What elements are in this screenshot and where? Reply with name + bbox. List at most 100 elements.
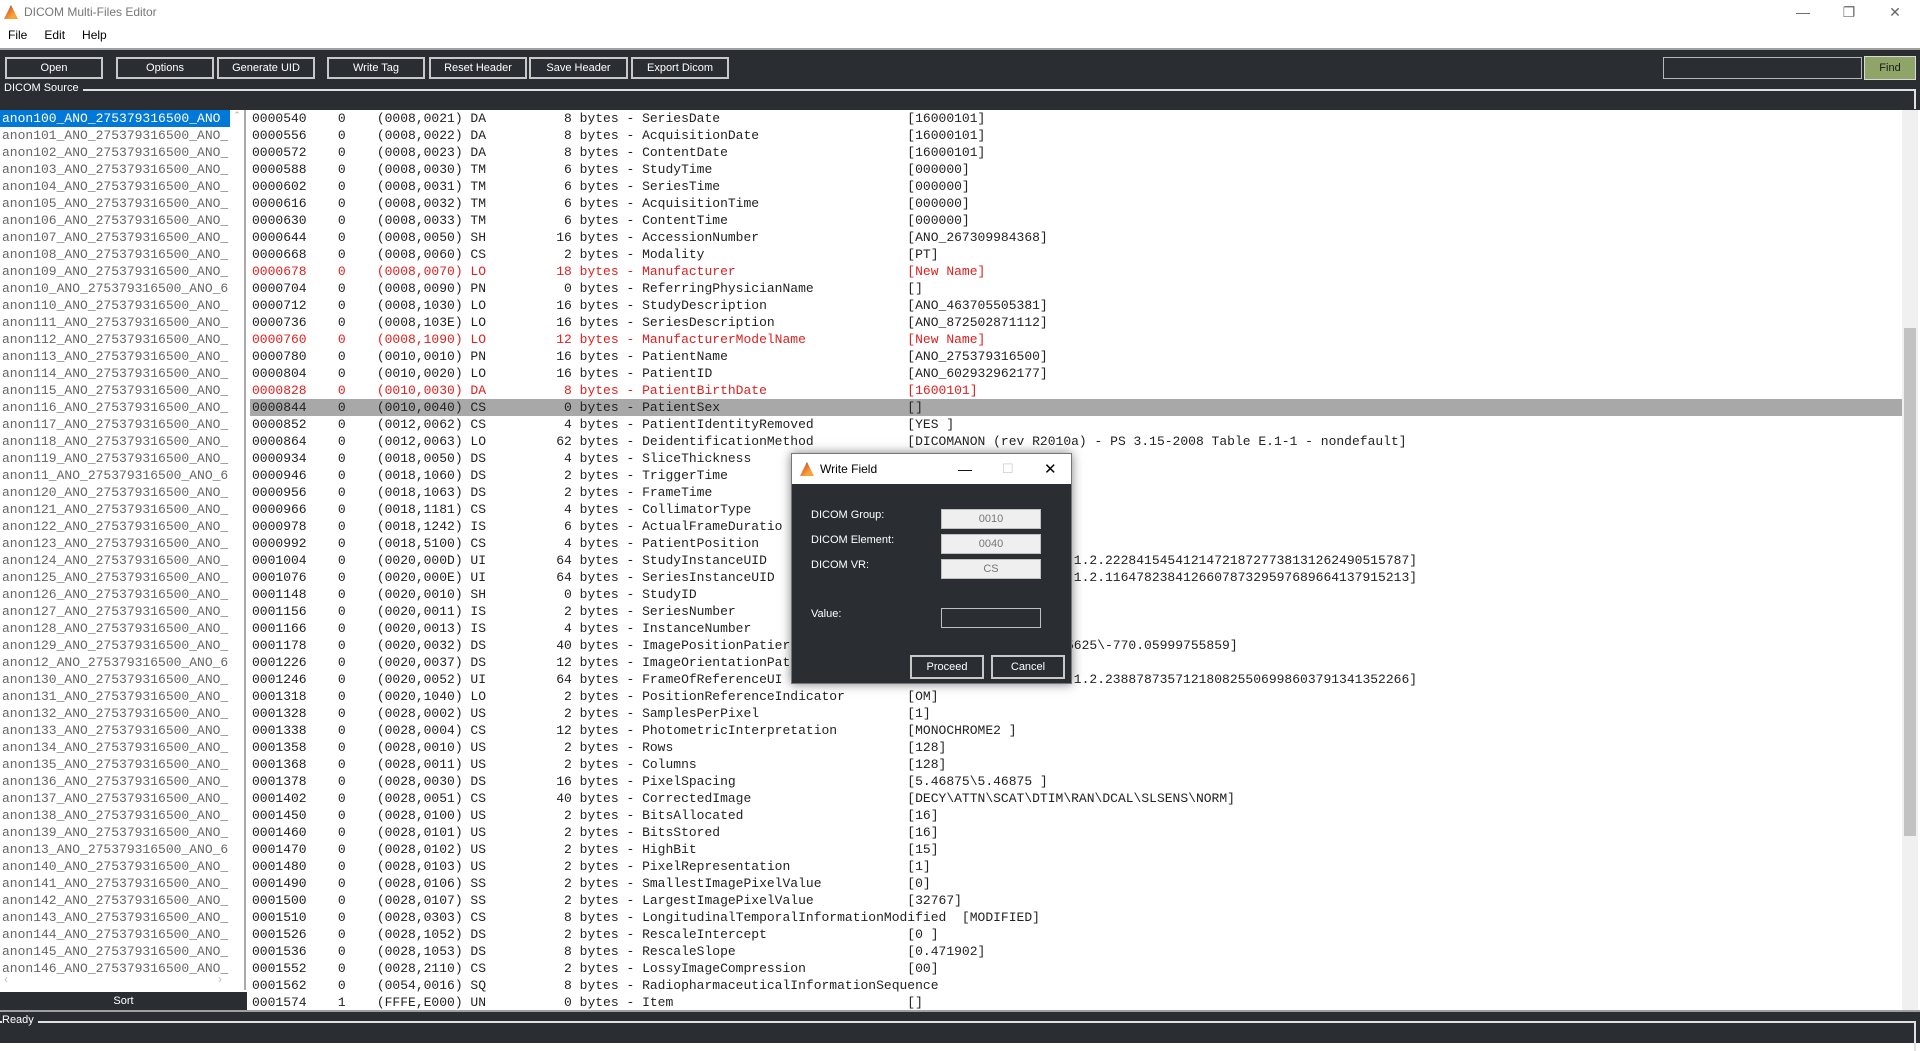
file-list-item[interactable]: anon138_ANO_275379316500_ANO_ [0,807,230,824]
file-list-vertical-scrollbar[interactable]: ⌃ [230,110,244,970]
dicom-tag-table[interactable]: 0000540 0 (0008,0021) DA 8 bytes - Serie… [250,110,1902,1010]
table-row[interactable]: 0000572 0 (0008,0023) DA 8 bytes - Conte… [250,144,1902,161]
restore-icon[interactable]: ❐ [1826,0,1872,24]
file-list-item[interactable]: anon139_ANO_275379316500_ANO_ [0,824,230,841]
file-list-item[interactable]: anon132_ANO_275379316500_ANO_ [0,705,230,722]
table-row[interactable]: 0001358 0 (0028,0010) US 2 bytes - Rows … [250,739,1902,756]
open-button[interactable]: Open [5,57,103,79]
scroll-up-icon[interactable]: ⌃ [233,110,241,120]
file-list-item[interactable]: anon121_ANO_275379316500_ANO_ [0,501,230,518]
dicom-vr-field[interactable]: CS [941,559,1041,579]
table-row[interactable]: 0001246 0 (0020,0052) UI 64 bytes - Fram… [250,671,1902,688]
table-row[interactable]: 0000864 0 (0012,0063) LO 62 bytes - Deid… [250,433,1902,450]
file-list-item[interactable]: anon124_ANO_275379316500_ANO_ [0,552,230,569]
dialog-minimize-icon[interactable]: — [958,461,972,477]
file-list-item[interactable]: anon101_ANO_275379316500_ANO_ [0,127,230,144]
minimize-icon[interactable]: — [1780,0,1826,24]
file-list-item[interactable]: anon104_ANO_275379316500_ANO_ [0,178,230,195]
table-row[interactable]: 0000704 0 (0008,0090) PN 0 bytes - Refer… [250,280,1902,297]
scroll-right-icon[interactable]: › [218,972,222,986]
file-list-item[interactable]: anon142_ANO_275379316500_ANO_ [0,892,230,909]
file-list-item[interactable]: anon131_ANO_275379316500_ANO_ [0,688,230,705]
table-vertical-scrollbar[interactable] [1902,110,1918,1010]
file-list-item[interactable]: anon115_ANO_275379316500_ANO_ [0,382,230,399]
file-list[interactable]: anon100_ANO_275379316500_ANO anon101_ANO_… [0,110,246,990]
options-button[interactable]: Options [116,57,214,79]
file-list-item[interactable]: anon105_ANO_275379316500_ANO_ [0,195,230,212]
file-list-item[interactable]: anon13_ANO_275379316500_ANO_6 [0,841,230,858]
file-list-item[interactable]: anon128_ANO_275379316500_ANO_ [0,620,230,637]
table-row[interactable]: 0001368 0 (0028,0011) US 2 bytes - Colum… [250,756,1902,773]
file-list-item[interactable]: anon127_ANO_275379316500_ANO_ [0,603,230,620]
table-row[interactable]: 0001562 0 (0054,0016) SQ 8 bytes - Radio… [250,977,1902,994]
file-list-item[interactable]: anon125_ANO_275379316500_ANO_ [0,569,230,586]
scroll-left-icon[interactable]: ‹ [4,972,8,986]
write-tag-button[interactable]: Write Tag [327,57,425,79]
table-row[interactable]: 0001402 0 (0028,0051) CS 40 bytes - Corr… [250,790,1902,807]
file-list-item[interactable]: anon137_ANO_275379316500_ANO_ [0,790,230,807]
table-row[interactable]: 0001450 0 (0028,0100) US 2 bytes - BitsA… [250,807,1902,824]
file-list-item[interactable]: anon100_ANO_275379316500_ANO [0,110,230,127]
generate-uid-button[interactable]: Generate UID [217,57,315,79]
file-list-item[interactable]: anon134_ANO_275379316500_ANO_ [0,739,230,756]
file-list-horizontal-scrollbar[interactable]: ‹ › [0,972,230,988]
file-list-item[interactable]: anon109_ANO_275379316500_ANO_ [0,263,230,280]
file-list-item[interactable]: anon113_ANO_275379316500_ANO_ [0,348,230,365]
export-dicom-button[interactable]: Export Dicom [631,57,729,79]
table-row[interactable]: 0000804 0 (0010,0020) LO 16 bytes - Pati… [250,365,1902,382]
file-list-item[interactable]: anon111_ANO_275379316500_ANO_ [0,314,230,331]
dialog-close-icon[interactable]: ✕ [1044,460,1057,478]
table-row[interactable]: 0000852 0 (0012,0062) CS 4 bytes - Patie… [250,416,1902,433]
table-row[interactable]: 0000978 0 (0018,1242) IS 6 bytes - Actua… [250,518,1902,535]
file-list-item[interactable]: anon11_ANO_275379316500_ANO_6 [0,467,230,484]
file-list-item[interactable]: anon114_ANO_275379316500_ANO_ [0,365,230,382]
table-row[interactable]: 0001148 0 (0020,0010) SH 0 bytes - Study… [250,586,1902,603]
table-row[interactable]: 0001490 0 (0028,0106) SS 2 bytes - Small… [250,875,1902,892]
table-row[interactable]: 0000556 0 (0008,0022) DA 8 bytes - Acqui… [250,127,1902,144]
table-row[interactable]: 0000602 0 (0008,0031) TM 6 bytes - Serie… [250,178,1902,195]
file-list-item[interactable]: anon10_ANO_275379316500_ANO_6 [0,280,230,297]
table-row[interactable]: 0000934 0 (0018,0050) DS 4 bytes - Slice… [250,450,1902,467]
table-row[interactable]: 0001480 0 (0028,0103) US 2 bytes - Pixel… [250,858,1902,875]
file-list-item[interactable]: anon129_ANO_275379316500_ANO_ [0,637,230,654]
dicom-group-field[interactable]: 0010 [941,509,1041,529]
scrollbar-thumb[interactable] [1904,328,1916,836]
table-row[interactable]: 0001318 0 (0020,1040) LO 2 bytes - Posit… [250,688,1902,705]
file-list-item[interactable]: anon120_ANO_275379316500_ANO_ [0,484,230,501]
table-row[interactable]: 0001574 1 (FFFE,E000) UN 0 bytes - Item … [250,994,1902,1010]
table-row[interactable]: 0001526 0 (0028,1052) DS 2 bytes - Resca… [250,926,1902,943]
file-list-item[interactable]: anon140_ANO_275379316500_ANO_ [0,858,230,875]
table-row[interactable]: 0000956 0 (0018,1063) DS 2 bytes - Frame… [250,484,1902,501]
search-input[interactable] [1663,57,1862,79]
file-list-item[interactable]: anon118_ANO_275379316500_ANO_ [0,433,230,450]
table-row[interactable]: 0001178 0 (0020,0032) DS 40 bytes - Imag… [250,637,1902,654]
file-list-item[interactable]: anon102_ANO_275379316500_ANO_ [0,144,230,161]
cancel-button[interactable]: Cancel [991,655,1065,679]
table-row[interactable]: 0001552 0 (0028,2110) CS 2 bytes - Lossy… [250,960,1902,977]
save-header-button[interactable]: Save Header [529,57,628,79]
table-row[interactable]: 0000844 0 (0010,0040) CS 0 bytes - Patie… [250,399,1902,416]
table-row[interactable]: 0001004 0 (0020,000D) UI 64 bytes - Stud… [250,552,1902,569]
table-row[interactable]: 0000630 0 (0008,0033) TM 6 bytes - Conte… [250,212,1902,229]
table-row[interactable]: 0001076 0 (0020,000E) UI 64 bytes - Seri… [250,569,1902,586]
file-list-item[interactable]: anon135_ANO_275379316500_ANO_ [0,756,230,773]
table-row[interactable]: 0000736 0 (0008,103E) LO 16 bytes - Seri… [250,314,1902,331]
dicom-element-field[interactable]: 0040 [941,534,1041,554]
file-list-item[interactable]: anon145_ANO_275379316500_ANO_ [0,943,230,960]
table-row[interactable]: 0000644 0 (0008,0050) SH 16 bytes - Acce… [250,229,1902,246]
file-list-item[interactable]: anon144_ANO_275379316500_ANO_ [0,926,230,943]
file-list-item[interactable]: anon130_ANO_275379316500_ANO_ [0,671,230,688]
table-row[interactable]: 0000712 0 (0008,1030) LO 16 bytes - Stud… [250,297,1902,314]
close-icon[interactable]: ✕ [1872,0,1918,24]
table-row[interactable]: 0000588 0 (0008,0030) TM 6 bytes - Study… [250,161,1902,178]
file-list-item[interactable]: anon136_ANO_275379316500_ANO_ [0,773,230,790]
table-row[interactable]: 0001166 0 (0020,0013) IS 4 bytes - Insta… [250,620,1902,637]
table-row[interactable]: 0001500 0 (0028,0107) SS 2 bytes - Large… [250,892,1902,909]
table-row[interactable]: 0001226 0 (0020,0037) DS 12 bytes - Imag… [250,654,1902,671]
table-row[interactable]: 0000668 0 (0008,0060) CS 2 bytes - Modal… [250,246,1902,263]
table-row[interactable]: 0001378 0 (0028,0030) DS 16 bytes - Pixe… [250,773,1902,790]
proceed-button[interactable]: Proceed [910,655,984,679]
file-list-item[interactable]: anon106_ANO_275379316500_ANO_ [0,212,230,229]
table-row[interactable]: 0000828 0 (0010,0030) DA 8 bytes - Patie… [250,382,1902,399]
file-list-item[interactable]: anon108_ANO_275379316500_ANO_ [0,246,230,263]
